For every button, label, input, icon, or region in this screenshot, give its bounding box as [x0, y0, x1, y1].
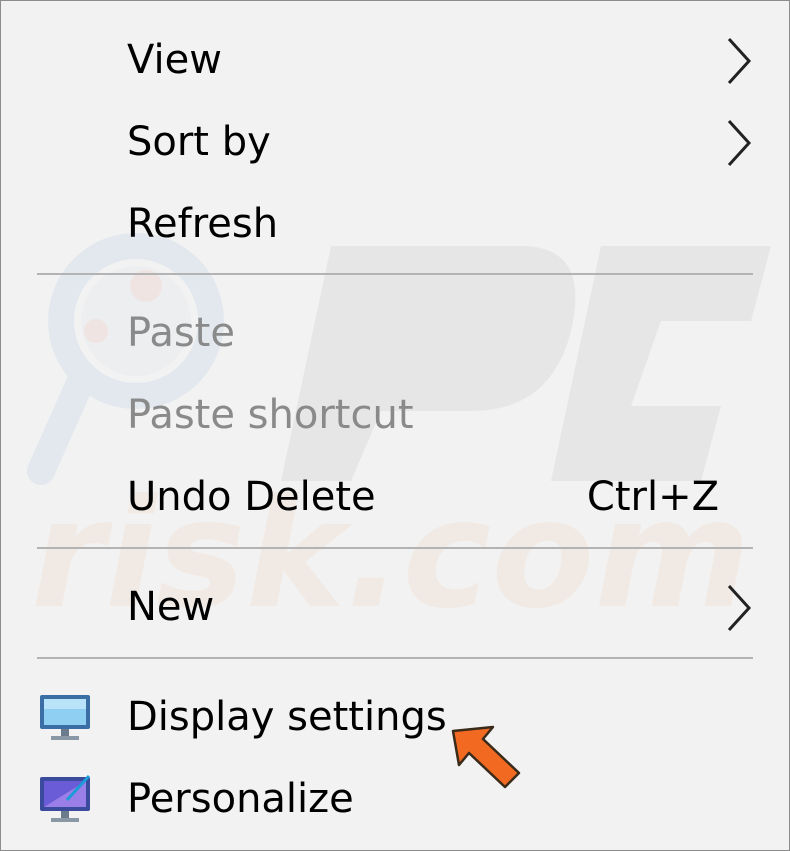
menu-separator	[37, 547, 753, 549]
desktop-context-menu: risk.com View Sort by Refresh Paste Past…	[0, 0, 790, 851]
display-monitor-icon	[40, 695, 90, 740]
menu-item-paste-shortcut-label: Paste shortcut	[127, 392, 414, 439]
menu-item-view-label: View	[127, 37, 222, 84]
keyboard-shortcut-label: Ctrl+Z	[586, 474, 719, 521]
menu-item-personalize[interactable]: Personalize	[1, 759, 789, 841]
menu-item-display-settings[interactable]: Display settings	[1, 677, 789, 759]
menu-item-paste-shortcut: Paste shortcut	[1, 375, 789, 457]
menu-separator	[37, 273, 753, 275]
menu-item-undo-delete-label: Undo Delete	[127, 474, 376, 521]
menu-item-sort-by[interactable]: Sort by	[1, 102, 789, 184]
menu-item-refresh[interactable]: Refresh	[1, 184, 789, 266]
chevron-right-icon	[727, 584, 752, 632]
menu-item-new-label: New	[127, 584, 215, 631]
menu-item-undo-delete[interactable]: Undo Delete Ctrl+Z	[1, 457, 789, 539]
menu-item-personalize-label: Personalize	[127, 776, 354, 823]
orange-pointer-arrow-icon	[451, 725, 521, 789]
menu-separator	[37, 657, 753, 659]
chevron-right-icon	[727, 119, 752, 167]
menu-item-paste: Paste	[1, 293, 789, 375]
chevron-right-icon	[727, 37, 752, 85]
menu-item-paste-label: Paste	[127, 310, 235, 357]
menu-item-sort-by-label: Sort by	[127, 119, 271, 166]
menu-item-refresh-label: Refresh	[127, 201, 279, 248]
menu-item-display-settings-label: Display settings	[127, 694, 447, 741]
personalize-monitor-icon	[40, 774, 91, 822]
menu-item-view[interactable]: View	[1, 20, 789, 102]
menu-item-new[interactable]: New	[1, 567, 789, 649]
